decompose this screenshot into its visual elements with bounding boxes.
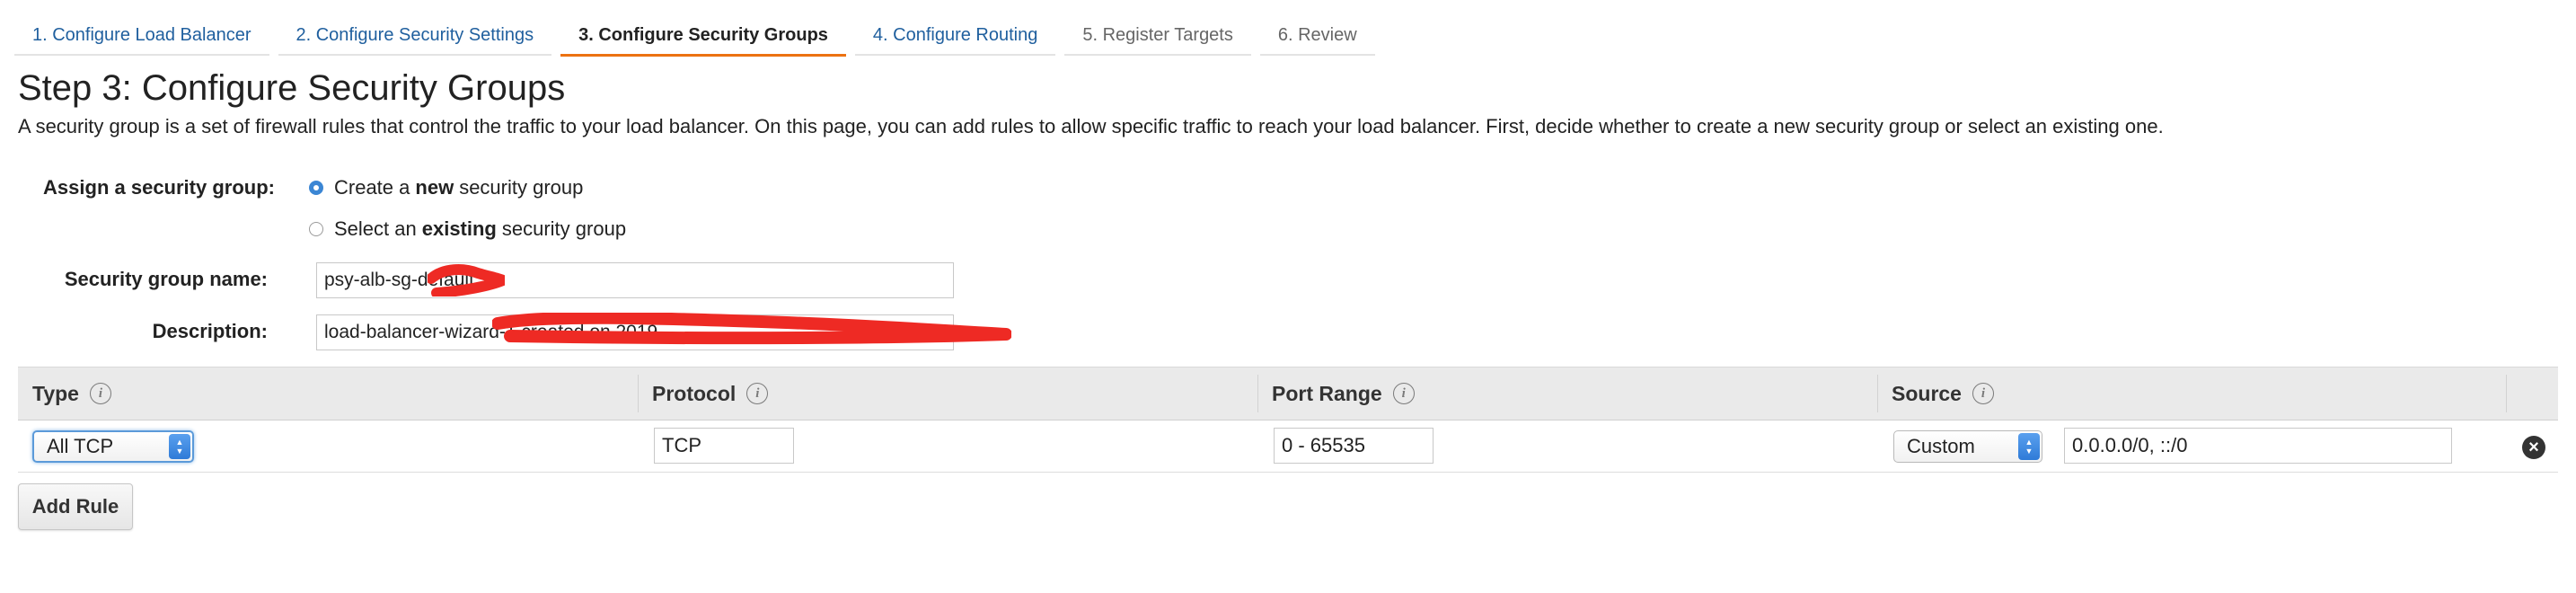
info-icon[interactable]: i xyxy=(746,383,769,404)
table-row: All TCP ▲▼ Custom ▲▼ × xyxy=(18,420,2558,473)
option-create-before: Create a xyxy=(334,176,410,199)
radio-select-existing[interactable] xyxy=(309,222,323,236)
rules-table-header: Type i Protocol i Port Range i Source i xyxy=(18,367,2558,420)
close-circle-icon[interactable]: × xyxy=(2522,436,2545,459)
option-create-bold: new xyxy=(415,176,454,199)
source-cidr-input[interactable] xyxy=(2064,428,2452,464)
port-range-input xyxy=(1274,428,1434,464)
option-create-new-security-group[interactable]: Create a new security group xyxy=(309,176,583,199)
configure-security-groups-page: 1. Configure Load Balancer 2. Configure … xyxy=(0,0,2576,593)
type-select[interactable]: All TCP ▲ ▼ xyxy=(32,430,194,463)
header-source-label: Source xyxy=(1892,381,1962,405)
tab-review: 6. Review xyxy=(1259,16,1375,56)
header-port-range: Port Range i xyxy=(1272,367,1415,420)
wizard-steps: 1. Configure Load Balancer 2. Configure … xyxy=(14,16,1384,57)
tab-register-targets: 5. Register Targets xyxy=(1064,16,1251,56)
column-divider xyxy=(2506,375,2507,412)
option-existing-after: security group xyxy=(501,217,627,240)
page-intro: A security group is a set of firewall ru… xyxy=(18,115,2164,137)
radio-create-new[interactable] xyxy=(309,181,323,195)
info-icon[interactable]: i xyxy=(1972,383,1994,404)
source-select-value: Custom xyxy=(1907,435,1975,457)
column-divider xyxy=(1877,375,1878,412)
description-label: Description: xyxy=(152,320,268,342)
protocol-input xyxy=(654,428,794,464)
header-type: Type i xyxy=(32,367,111,420)
add-rule-button[interactable]: Add Rule xyxy=(18,483,133,530)
info-icon[interactable]: i xyxy=(89,383,111,404)
header-protocol: Protocol i xyxy=(652,367,769,420)
column-divider xyxy=(638,375,639,412)
security-group-name-input[interactable] xyxy=(316,262,954,298)
tab-configure-routing[interactable]: 4. Configure Routing xyxy=(854,16,1056,56)
column-divider xyxy=(1257,375,1258,412)
header-type-label: Type xyxy=(32,381,79,405)
description-input[interactable] xyxy=(316,314,954,350)
type-select-value: All TCP xyxy=(47,435,114,457)
info-icon[interactable]: i xyxy=(1392,383,1415,404)
header-port-range-label: Port Range xyxy=(1272,381,1382,405)
select-stepper-icon: ▲ ▼ xyxy=(169,434,190,459)
header-protocol-label: Protocol xyxy=(652,381,737,405)
page-title: Step 3: Configure Security Groups xyxy=(18,68,566,108)
tab-configure-security-groups[interactable]: 3. Configure Security Groups xyxy=(560,16,846,57)
tab-configure-security-settings[interactable]: 2. Configure Security Settings xyxy=(278,16,552,56)
tab-configure-load-balancer[interactable]: 1. Configure Load Balancer xyxy=(14,16,269,56)
header-source: Source i xyxy=(1892,367,1994,420)
option-select-existing-security-group[interactable]: Select an existing security group xyxy=(309,217,626,241)
select-stepper-icon: ▲ ▼ xyxy=(2018,433,2040,460)
option-create-after: security group xyxy=(459,176,584,199)
option-existing-before: Select an xyxy=(334,217,417,240)
option-existing-bold: existing xyxy=(421,217,497,240)
source-select[interactable]: Custom ▲ ▼ xyxy=(1893,430,2042,463)
security-group-name-label: Security group name: xyxy=(64,268,268,290)
assign-security-group-label: Assign a security group: xyxy=(43,176,275,199)
